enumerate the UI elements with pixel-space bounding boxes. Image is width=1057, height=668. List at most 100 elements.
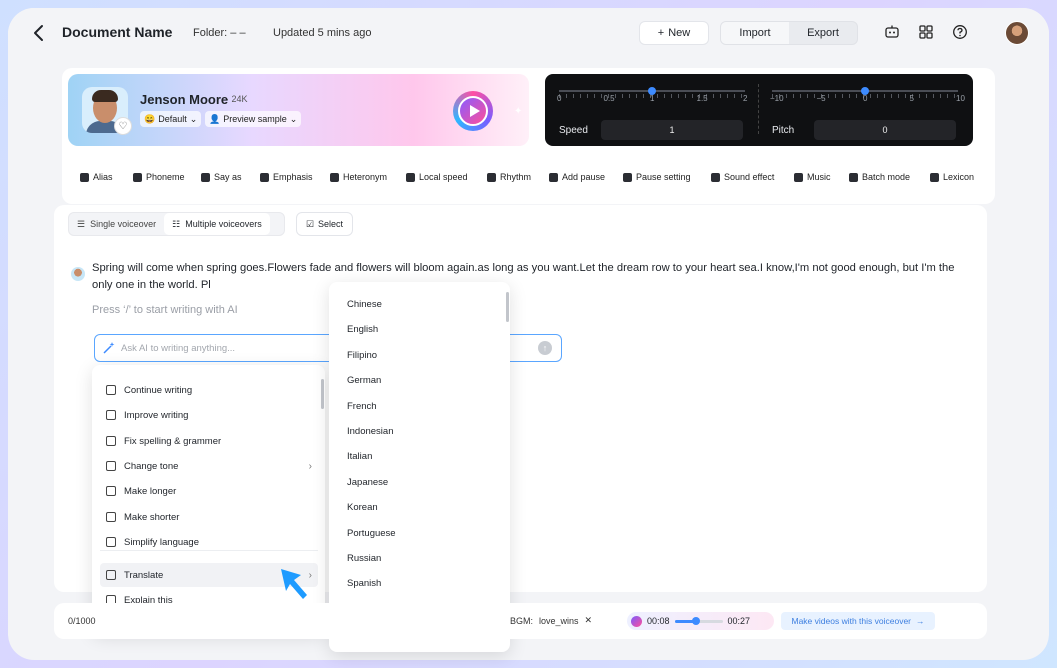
ai-menu-item-improve-writing[interactable]: Improve writing [100,403,318,427]
multiple-voiceovers-tab[interactable]: ☷ Multiple voiceovers [164,213,270,235]
toolbar-local-speed[interactable]: Local speed [406,172,468,182]
toolbar-add-pause[interactable]: Add pause [549,172,605,182]
language-option[interactable]: Filipino [347,350,377,361]
ai-prompt-placeholder: Ask AI to writing anything... [121,343,236,354]
language-option[interactable]: Korean [347,502,378,513]
language-scrollbar[interactable] [506,292,509,322]
toolbar-emphasis[interactable]: Emphasis [260,172,313,182]
toolbar-alias[interactable]: Alias [80,172,113,182]
heart-icon[interactable]: ♡ [114,117,132,135]
language-option[interactable]: French [347,401,377,412]
menu-scrollbar[interactable] [321,379,324,409]
time-current: 00:08 [647,616,670,626]
single-voiceover-label: Single voiceover [90,219,157,229]
character-count: 0/1000 [68,616,96,626]
toolbar-label: Pause setting [636,172,691,182]
pitch-tick-label: −5 [816,94,826,103]
play-pause-icon[interactable] [631,615,642,627]
import-button[interactable]: Import [721,22,789,44]
user-avatar[interactable] [1005,21,1029,45]
pen-icon [106,385,116,395]
ai-menu-item-label: Make shorter [124,511,180,523]
toolbar-batch-mode[interactable]: Batch mode [849,172,910,182]
toolbar-sound-effect[interactable]: Sound effect [711,172,774,182]
ai-menu-item-make-longer[interactable]: Make longer [100,479,318,503]
toolbar-say-as[interactable]: Say as [201,172,242,182]
expand-icon [106,486,116,496]
language-option[interactable]: Spanish [347,578,381,589]
style-dropdown-label: Default [158,114,187,124]
ai-menu-item-simplify-language[interactable]: Simplify language [100,530,318,554]
add-pause-icon [549,172,558,182]
script-paragraph[interactable]: Spring will come when spring goes.Flower… [92,260,972,294]
speed-tick-label: 1.5 [696,94,708,103]
chevron-right-icon: › [308,460,312,472]
toolbar-phoneme[interactable]: Phoneme [133,172,185,182]
toolbar-pause-setting[interactable]: Pause setting [623,172,691,182]
new-button[interactable]: + New [639,21,709,45]
send-arrow-icon[interactable]: ↑ [538,341,552,355]
simplify-icon [106,537,116,547]
voiceover-mode-toggle: ☰ Single voiceover ☷ Multiple voiceovers [68,212,285,236]
toolbar-label: Music [807,172,831,182]
phoneme-icon [133,172,142,182]
ai-menu-item-continue-writing[interactable]: Continue writing [100,378,318,402]
language-option[interactable]: Japanese [347,477,388,488]
divider [758,84,759,134]
preview-sample-dropdown[interactable]: 👤 Preview sample ⌄ [205,111,302,127]
style-dropdown[interactable]: 😄 Default ⌄ [140,111,202,127]
translate-icon [106,570,116,580]
ai-menu-item-label: Simplify language [124,536,199,548]
speaker-avatar[interactable] [71,267,85,281]
ai-menu-item-change-tone[interactable]: Change tone › [100,454,318,478]
bgm-name[interactable]: love_wins [539,616,579,626]
batch-mode-icon [849,172,858,182]
voice-usage-count: · 24K [226,94,248,104]
language-option[interactable]: German [347,375,381,386]
toolbar-music[interactable]: Music [794,172,831,182]
toolbar-rhythm[interactable]: Rhythm [487,172,531,182]
language-option[interactable]: Russian [347,553,381,564]
ai-menu-item-label: Change tone [124,460,179,472]
help-icon[interactable] [952,24,968,40]
ai-menu-item-label: Continue writing [124,384,193,396]
pitch-value[interactable]: 0 [814,120,956,140]
make-video-button[interactable]: Make videos with this voiceover → [781,612,935,630]
plus-icon: + [657,27,665,39]
close-icon[interactable]: ✕ [585,615,593,626]
shrink-icon [106,512,116,522]
ssml-toolbar: Alias Phoneme Say as Emphasis Heteronym Local… [54,168,987,188]
toolbar-label: Say as [214,172,242,182]
pause-setting-icon [623,172,632,182]
toolbar-lexicon[interactable]: Lexicon [930,172,974,182]
language-option[interactable]: Indonesian [347,426,393,437]
audio-progress-handle[interactable] [692,616,701,625]
speed-value[interactable]: 1 [601,120,743,140]
bgm-info: BGM: love_wins ✕ [510,615,592,626]
grid-icon[interactable] [918,24,934,40]
folder-label[interactable]: Folder: – – [193,27,246,39]
language-option[interactable]: Portuguese [347,528,396,539]
language-option[interactable]: English [347,324,378,335]
single-voiceover-tab[interactable]: ☰ Single voiceover [69,213,164,235]
arrow-right-icon: → [916,616,925,626]
robot-icon[interactable] [884,24,900,40]
chevron-down-icon: ⌄ [189,113,198,124]
import-export-group: Import Export [720,21,858,45]
toolbar-heteronym[interactable]: Heteronym [330,172,387,182]
sound-effect-icon [711,172,720,182]
select-button[interactable]: ☑ Select [296,212,353,236]
multiple-voiceovers-label: Multiple voiceovers [185,219,262,229]
ai-menu-item-make-shorter[interactable]: Make shorter [100,505,318,529]
ai-menu-item-fix-spelling-grammer[interactable]: Fix spelling & grammer [100,429,318,453]
language-option[interactable]: Chinese [347,299,382,310]
document-title[interactable]: Document Name [62,24,172,40]
header: Document Name Folder: – – Updated 5 mins… [8,8,1049,58]
export-button[interactable]: Export [789,22,857,44]
language-option[interactable]: Italian [347,451,372,462]
audio-progress-bar[interactable] [674,616,723,625]
play-button[interactable] [453,91,493,131]
ai-menu-item-label: Make longer [124,485,177,497]
pitch-tick-label: −10 [770,94,784,103]
back-arrow-icon[interactable] [30,22,48,44]
